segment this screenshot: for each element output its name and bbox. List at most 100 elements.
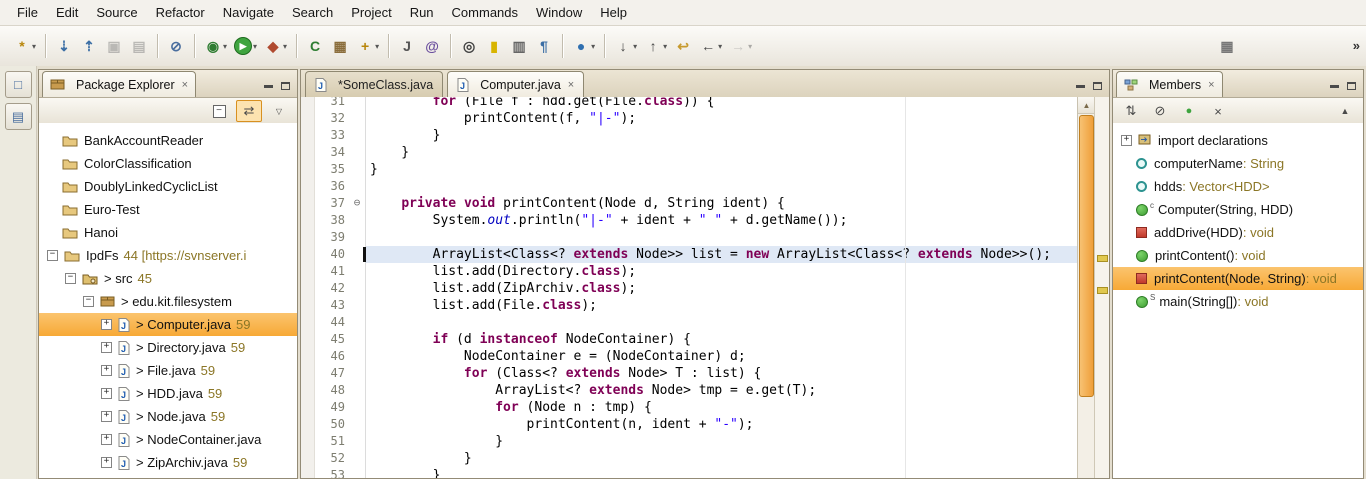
dropdown-arrow-icon[interactable]: ▾: [663, 42, 667, 51]
dropdown-arrow-icon[interactable]: ▾: [253, 42, 257, 51]
back-button[interactable]: ←▾: [697, 34, 724, 58]
menu-search[interactable]: Search: [283, 1, 342, 24]
tree-item[interactable]: +J> Computer.java59: [39, 313, 297, 336]
tree-expander-plus-icon[interactable]: +: [101, 342, 112, 353]
code-line[interactable]: 37⊖ private void printContent(Node d, St…: [301, 195, 1078, 212]
tree-expander-minus-icon[interactable]: −: [65, 273, 76, 284]
member-item[interactable]: addDrive(HDD) : void: [1113, 221, 1363, 244]
tree-item[interactable]: BankAccountReader: [39, 129, 297, 152]
dropdown-arrow-icon[interactable]: ▾: [32, 42, 36, 51]
member-item[interactable]: hdds : Vector<HDD>: [1113, 175, 1363, 198]
member-item[interactable]: computerName : String: [1113, 152, 1363, 175]
tree-item[interactable]: Hanoi: [39, 221, 297, 244]
tree-item[interactable]: +J> File.java59: [39, 359, 297, 382]
code-editor[interactable]: 31 for (File f : hdd.get(File.class)) {3…: [301, 97, 1078, 478]
code-line[interactable]: 45 if (d instanceof NodeContainer) {: [301, 331, 1078, 348]
tree-expander-plus-icon[interactable]: +: [101, 388, 112, 399]
code-line[interactable]: 39: [301, 229, 1078, 246]
tab-members[interactable]: Members ×: [1116, 71, 1223, 97]
tab-package-explorer[interactable]: Package Explorer ×: [42, 71, 196, 97]
export-jar-button[interactable]: J: [396, 34, 418, 58]
minimize-view-button[interactable]: [1330, 85, 1339, 88]
toolbar-overflow-chevron[interactable]: »: [1353, 38, 1360, 53]
tree-item[interactable]: −> src45: [39, 267, 297, 290]
hide-non-public-button[interactable]: ×: [1206, 101, 1230, 121]
occurrence-marker[interactable]: [1097, 287, 1108, 294]
code-line[interactable]: 44: [301, 314, 1078, 331]
code-line[interactable]: 52 }: [301, 450, 1078, 467]
dropdown-arrow-icon[interactable]: ▾: [748, 42, 752, 51]
tree-item[interactable]: +J> NodeContainer.java: [39, 428, 297, 451]
dropdown-arrow-icon[interactable]: ▾: [718, 42, 722, 51]
code-line[interactable]: 38 System.out.println("|-" + ident + " "…: [301, 212, 1078, 229]
tree-expander-plus-icon[interactable]: +: [101, 319, 112, 330]
dropdown-arrow-icon[interactable]: ▾: [283, 42, 287, 51]
code-line[interactable]: 36: [301, 178, 1078, 195]
menu-edit[interactable]: Edit: [47, 1, 87, 24]
overview-ruler[interactable]: [1094, 97, 1109, 478]
new-java-package-button[interactable]: ▦: [329, 34, 351, 58]
menu-commands[interactable]: Commands: [443, 1, 527, 24]
skip-breakpoints-button[interactable]: ⊘: [165, 34, 187, 58]
tree-expander-plus-icon[interactable]: +: [1121, 135, 1132, 146]
show-selected-element-button[interactable]: ▥: [508, 34, 530, 58]
dropdown-arrow-icon[interactable]: ▾: [223, 42, 227, 51]
web-browser-button[interactable]: ●▾: [570, 34, 597, 58]
member-item[interactable]: printContent() : void: [1113, 244, 1363, 267]
code-line[interactable]: 46 NodeContainer e = (NodeContainer) d;: [301, 348, 1078, 365]
dropdown-arrow-icon[interactable]: ▾: [591, 42, 595, 51]
dropdown-arrow-icon[interactable]: ▾: [375, 42, 379, 51]
mark-occurrences-button[interactable]: ▮: [483, 34, 505, 58]
code-line[interactable]: 40 ArrayList<Class<? extends Node>> list…: [301, 246, 1078, 263]
minimize-editor-button[interactable]: [1076, 85, 1085, 88]
fold-collapse-icon[interactable]: ⊖: [354, 196, 361, 209]
menu-navigate[interactable]: Navigate: [214, 1, 283, 24]
menu-refactor[interactable]: Refactor: [147, 1, 214, 24]
search-button[interactable]: ◎: [458, 34, 480, 58]
menu-window[interactable]: Window: [527, 1, 591, 24]
sort-button[interactable]: ⇅: [1119, 101, 1143, 121]
view-menu-button[interactable]: ▽: [267, 101, 291, 121]
menu-file[interactable]: File: [8, 1, 47, 24]
tree-item[interactable]: −> edu.kit.filesystem: [39, 290, 297, 313]
restore-view-button[interactable]: □: [5, 71, 32, 98]
show-whitespace-button[interactable]: ¶: [533, 34, 555, 58]
tree-item[interactable]: DoublyLinkedCyclicList: [39, 175, 297, 198]
javadoc-button[interactable]: @: [421, 34, 443, 58]
tree-item[interactable]: +J> Node.java59: [39, 405, 297, 428]
new-wizard-button[interactable]: *▾: [11, 34, 38, 58]
previous-annotation-button[interactable]: ↑▾: [642, 34, 669, 58]
tree-item[interactable]: +J> Directory.java59: [39, 336, 297, 359]
code-line[interactable]: 35}: [301, 161, 1078, 178]
maximize-view-button[interactable]: [281, 82, 290, 90]
code-line[interactable]: 51 }: [301, 433, 1078, 450]
tree-expander-plus-icon[interactable]: +: [101, 365, 112, 376]
code-line[interactable]: 53 }: [301, 467, 1078, 478]
editor-tab-someclassjava[interactable]: J*SomeClass.java: [305, 71, 443, 97]
tree-item[interactable]: +J> HDD.java59: [39, 382, 297, 405]
dropdown-arrow-icon[interactable]: ▾: [633, 42, 637, 51]
member-item[interactable]: +import declarations: [1113, 129, 1363, 152]
member-item[interactable]: printContent(Node, String) : void: [1113, 267, 1363, 290]
code-line[interactable]: 41 list.add(Directory.class);: [301, 263, 1078, 280]
tree-expander-plus-icon[interactable]: +: [101, 457, 112, 468]
tree-expander-minus-icon[interactable]: −: [47, 250, 58, 261]
external-tools-button[interactable]: ◆▾: [262, 34, 289, 58]
scroll-up-button[interactable]: ▲: [1078, 97, 1095, 114]
code-line[interactable]: 49 for (Node n : tmp) {: [301, 399, 1078, 416]
tree-expander-minus-icon[interactable]: −: [83, 296, 94, 307]
tree-expander-plus-icon[interactable]: +: [101, 434, 112, 445]
tree-item[interactable]: −IpdFs44 [https://svnserver.i: [39, 244, 297, 267]
scrollbar-thumb[interactable]: [1079, 115, 1094, 397]
minimized-editor-button[interactable]: ▤: [5, 103, 32, 130]
editor-tab-computerjava[interactable]: JComputer.java×: [447, 71, 584, 97]
code-line[interactable]: 34 }: [301, 144, 1078, 161]
code-line[interactable]: 33 }: [301, 127, 1078, 144]
close-tab-icon[interactable]: ×: [568, 79, 574, 91]
tree-expander-plus-icon[interactable]: +: [101, 411, 112, 422]
editor-vertical-scrollbar[interactable]: ▲: [1077, 97, 1095, 478]
new-java-wizard-button[interactable]: +▾: [354, 34, 381, 58]
debug-button[interactable]: ◉▾: [202, 34, 229, 58]
commit-button[interactable]: ⇡: [78, 34, 100, 58]
run-button[interactable]: ▶▾: [232, 34, 259, 58]
